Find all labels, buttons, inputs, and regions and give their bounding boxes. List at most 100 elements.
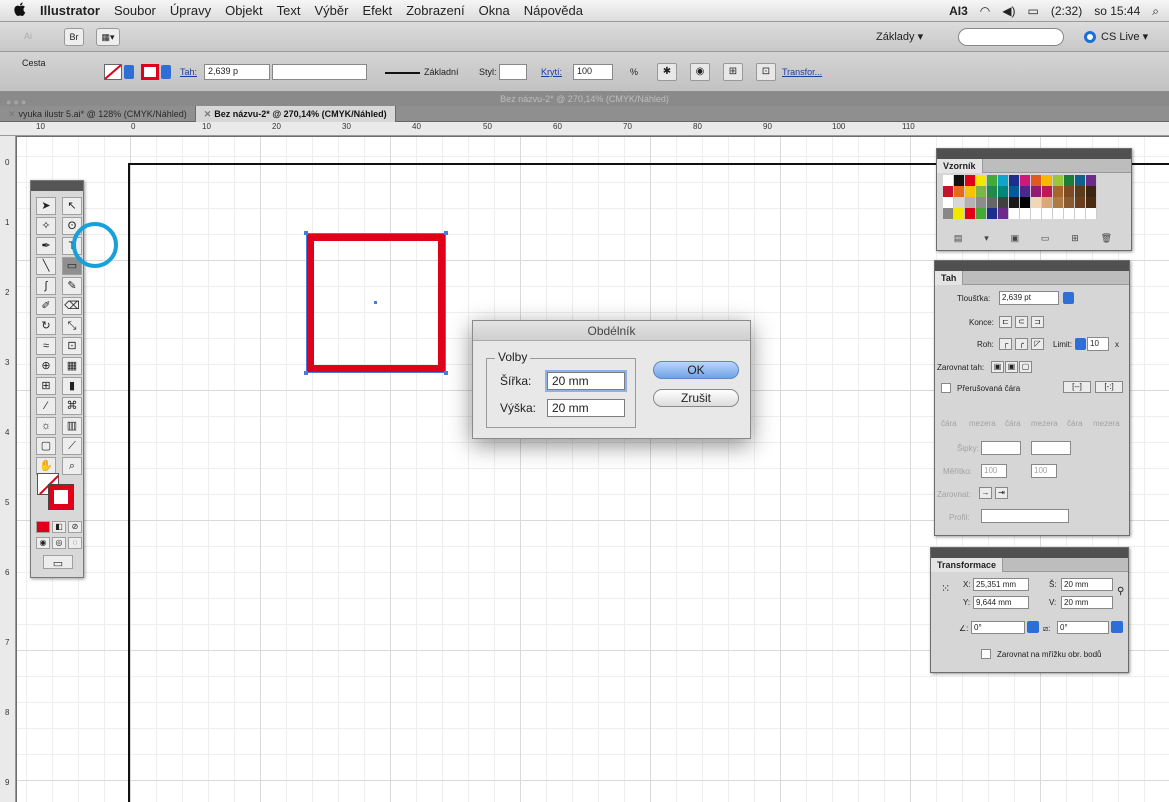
horizontal-ruler[interactable]: 10 0 10 20 30 40 50 60 70 80 90 100 110 bbox=[0, 122, 1169, 136]
menu-upravy[interactable]: Úpravy bbox=[170, 3, 211, 18]
warp-tool-icon[interactable]: ≈ bbox=[36, 337, 56, 355]
color-swatch[interactable] bbox=[1064, 175, 1075, 186]
cancel-button[interactable]: Zrušit bbox=[653, 389, 739, 407]
stroke-weight-input[interactable]: 2,639 pt bbox=[999, 291, 1059, 305]
color-swatch[interactable] bbox=[943, 175, 954, 186]
round-cap-icon[interactable]: ⊂ bbox=[1015, 316, 1028, 328]
wifi-icon[interactable]: ◠ bbox=[980, 4, 990, 18]
panel-drag-bar[interactable] bbox=[931, 548, 1128, 558]
column-graph-tool-icon[interactable]: ▥ bbox=[62, 417, 82, 435]
color-swatch[interactable] bbox=[1053, 208, 1064, 219]
end-arrowhead-select[interactable] bbox=[1031, 441, 1071, 455]
color-swatch[interactable] bbox=[954, 208, 965, 219]
document-setup-icon[interactable]: ◉ bbox=[690, 63, 710, 81]
constrain-proportions-icon[interactable]: ⚲ bbox=[1117, 586, 1124, 597]
menu-okna[interactable]: Okna bbox=[479, 3, 510, 18]
color-swatch[interactable] bbox=[987, 175, 998, 186]
show-swatch-kinds-icon[interactable]: ▾ bbox=[984, 233, 989, 247]
none-mode-icon[interactable]: ⊘ bbox=[68, 521, 82, 533]
spotlight-icon[interactable]: ⌕ bbox=[1152, 4, 1159, 19]
menu-objekt[interactable]: Objekt bbox=[225, 3, 263, 18]
color-swatch[interactable] bbox=[1064, 208, 1075, 219]
brush-stroke-preview[interactable] bbox=[385, 72, 420, 74]
color-swatch[interactable] bbox=[1053, 197, 1064, 208]
color-swatch[interactable] bbox=[1086, 186, 1097, 197]
color-swatch[interactable] bbox=[1053, 186, 1064, 197]
slice-tool-icon[interactable]: ⟋ bbox=[62, 437, 82, 455]
color-swatch[interactable] bbox=[1020, 197, 1031, 208]
color-swatch[interactable] bbox=[998, 197, 1009, 208]
color-swatch[interactable] bbox=[1042, 197, 1053, 208]
pen-tool-icon[interactable]: ✒ bbox=[36, 237, 56, 255]
color-swatch[interactable] bbox=[965, 197, 976, 208]
shape-builder-tool-icon[interactable]: ⊕ bbox=[36, 357, 56, 375]
color-swatch[interactable] bbox=[1075, 175, 1086, 186]
color-swatch[interactable] bbox=[987, 186, 998, 197]
color-swatch[interactable] bbox=[1075, 208, 1086, 219]
blob-brush-tool-icon[interactable]: ✐ bbox=[36, 297, 56, 315]
color-swatch[interactable] bbox=[1064, 186, 1075, 197]
transform-tab[interactable]: Transformace bbox=[931, 558, 1128, 572]
red-square-shape[interactable] bbox=[304, 231, 448, 375]
align-pixel-grid-checkbox[interactable] bbox=[981, 649, 991, 659]
fill-swatch[interactable] bbox=[104, 64, 122, 80]
screen-mode-icon[interactable]: ▭ bbox=[43, 555, 73, 570]
color-swatch[interactable] bbox=[1042, 175, 1053, 186]
shear-angle-input[interactable]: 0° bbox=[1057, 621, 1109, 634]
color-swatch[interactable] bbox=[1086, 197, 1097, 208]
color-swatch[interactable] bbox=[965, 175, 976, 186]
align-outside-icon[interactable]: ▢ bbox=[1019, 361, 1032, 373]
symbol-sprayer-tool-icon[interactable]: ☼ bbox=[36, 417, 56, 435]
color-swatch[interactable] bbox=[1009, 197, 1020, 208]
color-swatch[interactable] bbox=[954, 197, 965, 208]
close-tab-icon[interactable]: ✕ bbox=[204, 109, 212, 119]
rotate-angle-input[interactable]: 0° bbox=[971, 621, 1025, 634]
gradient-mode-icon[interactable]: ◧ bbox=[52, 521, 66, 533]
ok-button[interactable]: OK bbox=[653, 361, 739, 379]
color-swatch[interactable] bbox=[965, 208, 976, 219]
reference-point-icon[interactable]: ⁙ bbox=[941, 582, 950, 595]
new-swatch-icon[interactable]: ⊞ bbox=[1071, 233, 1079, 247]
eraser-tool-icon[interactable]: ⌫ bbox=[62, 297, 82, 315]
weight-dropdown-icon[interactable] bbox=[1063, 292, 1074, 304]
mesh-tool-icon[interactable]: ⊞ bbox=[36, 377, 56, 395]
color-swatch[interactable] bbox=[976, 197, 987, 208]
swatch-options-icon[interactable]: ▣ bbox=[1011, 233, 1020, 247]
stroke-tab[interactable]: Tah bbox=[935, 271, 1129, 285]
rotate-dropdown-icon[interactable] bbox=[1027, 621, 1039, 633]
dash-align-icon[interactable]: [-:] bbox=[1095, 381, 1123, 393]
color-swatch[interactable] bbox=[1042, 208, 1053, 219]
selection-tool-icon[interactable]: ➤ bbox=[36, 197, 56, 215]
draw-behind-icon[interactable]: ◎ bbox=[52, 537, 66, 549]
free-transform-tool-icon[interactable]: ⊡ bbox=[62, 337, 82, 355]
brush-profile-label[interactable]: Základní bbox=[424, 67, 459, 77]
width-input[interactable]: 20 mm bbox=[545, 370, 627, 392]
draw-inside-icon[interactable]: ◌ bbox=[68, 537, 82, 549]
menu-zobrazeni[interactable]: Zobrazení bbox=[406, 3, 465, 18]
color-swatch[interactable] bbox=[987, 208, 998, 219]
artboard-tool-icon[interactable]: ▢ bbox=[36, 437, 56, 455]
selection-handle[interactable] bbox=[304, 371, 308, 375]
color-swatch[interactable] bbox=[1042, 186, 1053, 197]
panel-drag-bar[interactable] bbox=[935, 261, 1129, 271]
arrange-documents-button[interactable]: ▦▾ bbox=[96, 28, 120, 46]
color-swatch[interactable] bbox=[1086, 208, 1097, 219]
color-swatch[interactable] bbox=[1031, 208, 1042, 219]
miter-join-icon[interactable]: ┌ bbox=[999, 338, 1012, 350]
start-arrowhead-select[interactable] bbox=[981, 441, 1021, 455]
color-swatch[interactable] bbox=[1075, 186, 1086, 197]
color-swatch[interactable] bbox=[943, 208, 954, 219]
selection-handle[interactable] bbox=[444, 231, 448, 235]
clock[interactable]: so 15:44 bbox=[1094, 4, 1140, 18]
color-swatch[interactable] bbox=[1009, 175, 1020, 186]
selection-handle[interactable] bbox=[304, 231, 308, 235]
color-swatch[interactable] bbox=[1020, 186, 1031, 197]
rotate-tool-icon[interactable]: ↻ bbox=[36, 317, 56, 335]
opacity-label-link[interactable]: Krytí: bbox=[541, 67, 562, 77]
stroke-label-link[interactable]: Tah: bbox=[180, 67, 197, 77]
style-selector[interactable] bbox=[499, 64, 527, 80]
app-name-menu[interactable]: Illustrator bbox=[40, 3, 100, 18]
color-swatch[interactable] bbox=[1053, 175, 1064, 186]
transform-link[interactable]: Transfor... bbox=[782, 67, 822, 77]
apple-icon[interactable] bbox=[0, 2, 40, 20]
